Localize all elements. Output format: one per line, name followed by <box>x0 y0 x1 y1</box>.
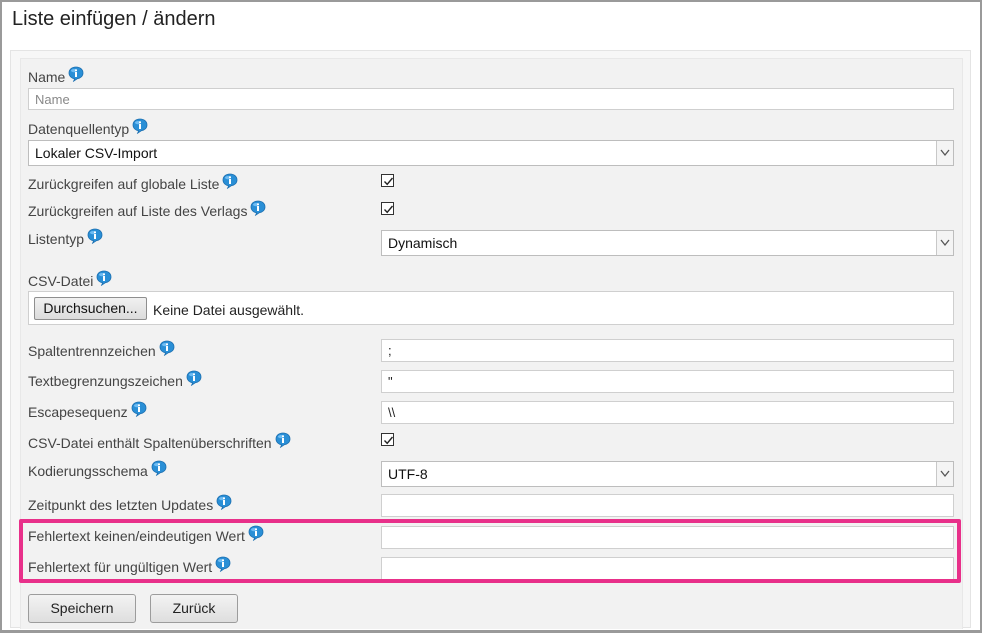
fallback-publisher-checkbox[interactable] <box>381 202 394 215</box>
csv-headers-checkbox[interactable] <box>381 433 394 446</box>
datasource-type-select[interactable]: Lokaler CSV-Import <box>28 140 954 166</box>
check-icon <box>383 205 394 214</box>
text-delimiter-label-row: Textbegrenzungszeichen <box>28 373 202 389</box>
info-icon[interactable] <box>151 460 167 476</box>
info-icon[interactable] <box>222 173 238 189</box>
encoding-select[interactable]: UTF-8 <box>381 461 954 487</box>
info-icon[interactable] <box>216 494 232 510</box>
datasource-type-label: Datenquellentyp <box>28 121 130 137</box>
csv-file-label-row: CSV-Datei <box>28 273 112 289</box>
fallback-global-checkbox[interactable] <box>381 174 394 187</box>
info-icon[interactable] <box>96 270 112 286</box>
list-type-label: Listentyp <box>28 231 85 247</box>
column-separator-input[interactable] <box>381 339 954 362</box>
info-icon[interactable] <box>87 228 103 244</box>
list-type-value: Dynamisch <box>388 235 458 251</box>
fallback-publisher-label: Zurückgreifen auf Liste des Verlags <box>28 203 248 219</box>
datasource-type-label-row: Datenquellentyp <box>28 121 148 137</box>
fallback-global-label: Zurückgreifen auf globale Liste <box>28 176 220 192</box>
info-icon[interactable] <box>132 118 148 134</box>
chevron-down-icon[interactable] <box>936 231 953 255</box>
last-update-label-row: Zeitpunkt des letzten Updates <box>28 497 232 513</box>
back-button[interactable]: Zurück <box>150 594 238 623</box>
csv-headers-label-row: CSV-Datei enthält Spaltenüberschriften <box>28 435 291 451</box>
list-type-select[interactable]: Dynamisch <box>381 230 954 256</box>
check-icon <box>383 436 394 445</box>
escape-sequence-label-row: Escapesequenz <box>28 404 147 420</box>
csv-headers-label: CSV-Datei enthält Spaltenüberschriften <box>28 435 272 451</box>
escape-sequence-input[interactable] <box>381 401 954 424</box>
info-icon[interactable] <box>275 432 291 448</box>
name-input[interactable] <box>28 88 954 110</box>
csv-file-picker: Durchsuchen... Keine Datei ausgewählt. <box>28 291 954 325</box>
encoding-label-row: Kodierungsschema <box>28 463 167 479</box>
info-icon[interactable] <box>159 340 175 356</box>
browse-button[interactable]: Durchsuchen... <box>34 297 147 320</box>
check-icon <box>383 177 394 186</box>
name-label: Name <box>28 69 66 85</box>
info-icon[interactable] <box>68 66 84 82</box>
fallback-publisher-label-row: Zurückgreifen auf Liste des Verlags <box>28 203 266 219</box>
encoding-value: UTF-8 <box>388 466 428 482</box>
page-title: Liste einfügen / ändern <box>12 8 216 30</box>
chevron-down-icon[interactable] <box>936 462 953 486</box>
name-label-row: Name <box>28 69 84 85</box>
column-separator-label: Spaltentrennzeichen <box>28 343 156 359</box>
fallback-global-label-row: Zurückgreifen auf globale Liste <box>28 176 238 192</box>
info-icon[interactable] <box>250 200 266 216</box>
text-delimiter-input[interactable] <box>381 370 954 393</box>
encoding-label: Kodierungsschema <box>28 463 148 479</box>
last-update-label: Zeitpunkt des letzten Updates <box>28 497 214 513</box>
datasource-type-value: Lokaler CSV-Import <box>35 145 158 161</box>
save-button[interactable]: Speichern <box>28 594 136 623</box>
column-separator-label-row: Spaltentrennzeichen <box>28 343 175 359</box>
list-type-label-row: Listentyp <box>28 231 103 247</box>
file-status: Keine Datei ausgewählt. <box>153 302 304 318</box>
text-delimiter-label: Textbegrenzungszeichen <box>28 373 183 389</box>
last-update-input[interactable] <box>381 494 954 517</box>
escape-sequence-label: Escapesequenz <box>28 404 128 420</box>
info-icon[interactable] <box>131 401 147 417</box>
chevron-down-icon[interactable] <box>936 141 953 165</box>
csv-file-label: CSV-Datei <box>28 273 94 289</box>
highlight-box <box>19 519 961 583</box>
info-icon[interactable] <box>186 370 202 386</box>
